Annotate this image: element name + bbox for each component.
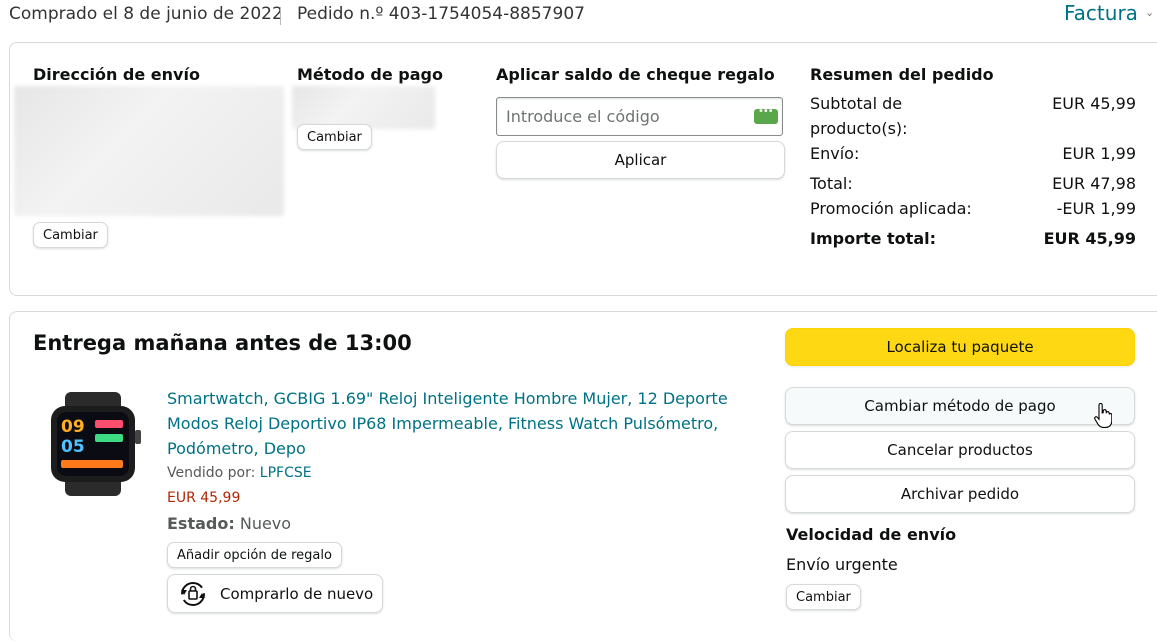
hand-cursor-icon — [1094, 402, 1113, 429]
summary-value: -EUR 1,99 — [1056, 199, 1136, 218]
seller-link[interactable]: LPFCSE — [260, 465, 312, 481]
summary-label: Importe total: — [810, 229, 936, 248]
summary-label: Envío: — [810, 144, 860, 163]
apply-gift-button[interactable]: Aplicar — [496, 141, 785, 179]
summary-row-subtotal: Subtotal de producto(s): EUR 45,99 — [810, 91, 1136, 141]
buy-again-label: Comprarlo de nuevo — [220, 584, 374, 603]
buy-again-icon — [178, 579, 208, 609]
header-divider — [280, 7, 281, 25]
track-package-button[interactable]: Localiza tu paquete — [785, 328, 1135, 366]
summary-value: EUR 47,98 — [1052, 174, 1136, 193]
payment-method-redacted — [292, 86, 435, 129]
gift-card-heading: Aplicar saldo de cheque regalo — [496, 65, 775, 84]
summary-label: producto(s): — [810, 119, 908, 138]
gift-code-field[interactable] — [496, 97, 783, 136]
chevron-down-icon[interactable]: ⌄ — [1145, 6, 1154, 19]
summary-label: Promoción aplicada: — [810, 199, 972, 218]
watch-hour-text: 09 — [61, 417, 85, 437]
summary-row-grand-total: Importe total: EUR 45,99 — [810, 226, 1136, 251]
payment-method-heading: Método de pago — [297, 65, 443, 84]
order-summary-heading: Resumen del pedido — [810, 65, 994, 84]
product-price: EUR 45,99 — [167, 490, 241, 506]
summary-row-promotion: Promoción aplicada: -EUR 1,99 — [810, 196, 1136, 221]
condition-label: Estado: — [167, 514, 235, 533]
watch-minute-text: 05 — [61, 437, 85, 457]
product-image[interactable]: 09 05 — [39, 390, 152, 498]
summary-row-total: Total: EUR 47,98 — [810, 171, 1136, 196]
change-payment-method-button[interactable]: Cambiar método de pago — [785, 387, 1135, 425]
purchase-date: Comprado el 8 de junio de 2022 — [9, 4, 283, 24]
add-gift-option-button[interactable]: Añadir opción de regalo — [167, 542, 342, 568]
sold-by: Vendido por: LPFCSE — [167, 465, 312, 481]
shipping-address-heading: Dirección de envío — [33, 65, 200, 84]
shipping-speed-value: Envío urgente — [786, 555, 898, 574]
condition-value: Nuevo — [239, 514, 292, 533]
sold-by-label: Vendido por: — [167, 465, 256, 481]
order-number: Pedido n.º 403-1754054-8857907 — [297, 4, 585, 24]
archive-order-button[interactable]: Archivar pedido — [785, 475, 1135, 513]
smartwatch-image: 09 05 — [51, 392, 141, 496]
summary-row-shipping: Envío: EUR 1,99 — [810, 141, 1136, 166]
summary-value: EUR 45,99 — [1052, 94, 1136, 113]
order-header: Comprado el 8 de junio de 2022 Pedido n.… — [0, 0, 1157, 32]
change-address-button[interactable]: Cambiar — [33, 222, 108, 248]
cancel-items-button[interactable]: Cancelar productos — [785, 431, 1135, 469]
change-payment-button[interactable]: Cambiar — [297, 124, 372, 150]
shipping-speed-heading: Velocidad de envío — [786, 525, 957, 544]
delivery-title: Entrega mañana antes de 13:00 — [33, 331, 412, 355]
product-condition: Estado: Nuevo — [167, 514, 291, 533]
invoice-link[interactable]: Factura — [1064, 1, 1138, 25]
change-shipping-speed-button[interactable]: Cambiar — [786, 584, 861, 610]
summary-label: Subtotal de — [810, 94, 903, 113]
gift-card-icon — [754, 106, 778, 124]
summary-label: Total: — [810, 174, 853, 193]
gift-code-input[interactable] — [497, 98, 747, 135]
product-title-link[interactable]: Smartwatch, GCBIG 1.69" Reloj Inteligent… — [167, 386, 747, 461]
summary-value: EUR 45,99 — [1043, 229, 1136, 248]
shipping-address-redacted — [14, 86, 284, 216]
buy-again-button[interactable]: Comprarlo de nuevo — [167, 574, 383, 613]
summary-value: EUR 1,99 — [1062, 144, 1136, 163]
